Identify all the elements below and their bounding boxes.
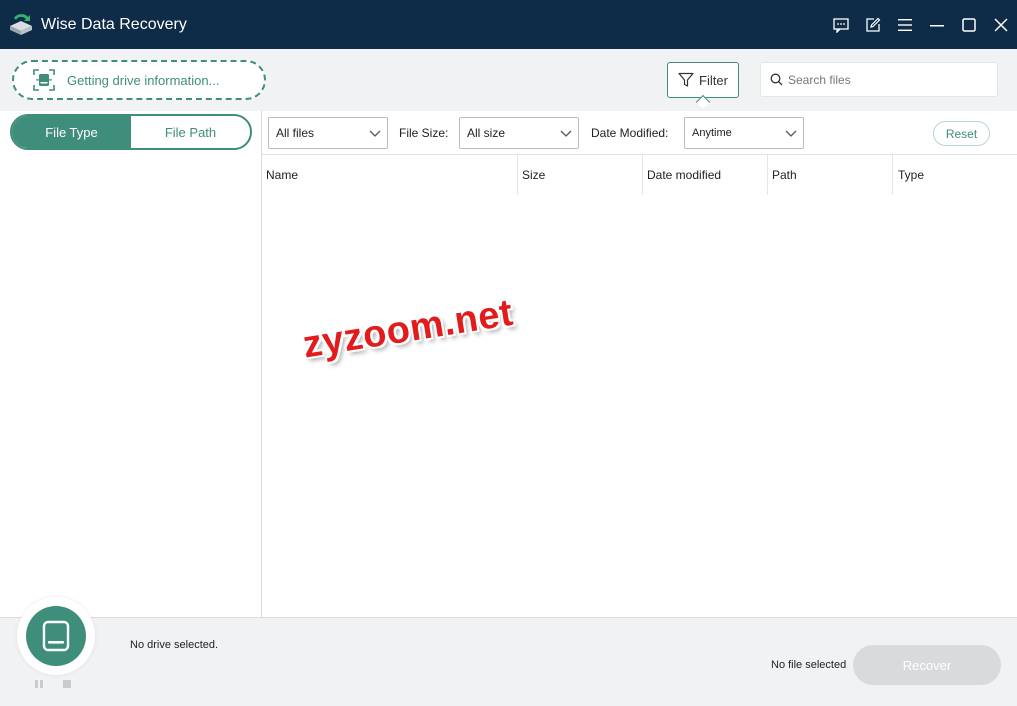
toolbar: Getting drive information... Filter [0, 49, 1017, 111]
search-icon [770, 73, 783, 86]
drive-icon [42, 620, 70, 652]
drive-status-text: Getting drive information... [67, 72, 220, 88]
file-type-select[interactable]: All files [268, 117, 388, 149]
results-panel: All files File Size: All size Date Modif… [262, 111, 1017, 617]
search-box [760, 62, 998, 97]
chevron-down-icon [560, 127, 572, 139]
date-modified-label: Date Modified: [591, 126, 669, 140]
drive-select-button[interactable] [26, 606, 86, 666]
pause-icon[interactable] [33, 678, 45, 690]
filter-row: All files File Size: All size Date Modif… [262, 111, 1017, 155]
chevron-down-icon [785, 127, 797, 139]
menu-icon[interactable] [889, 9, 921, 41]
maximize-icon[interactable] [953, 9, 985, 41]
window-controls [825, 0, 1017, 49]
column-size[interactable]: Size [518, 155, 642, 195]
status-bar: No drive selected. No file selected Reco… [0, 597, 1017, 706]
column-date-modified[interactable]: Date modified [643, 155, 767, 195]
file-type-value: All files [276, 126, 315, 140]
filter-icon [678, 72, 694, 88]
close-icon[interactable] [985, 9, 1017, 41]
file-size-value: All size [467, 126, 506, 140]
table-header: Name Size Date modified Path Type [262, 155, 1017, 195]
tab-file-type[interactable]: File Type [12, 116, 131, 148]
drive-button-ring [17, 597, 95, 675]
left-panel: File Type File Path [0, 111, 262, 617]
reset-button[interactable]: Reset [933, 121, 990, 146]
search-input[interactable] [788, 72, 988, 87]
date-modified-select[interactable]: Anytime [684, 117, 804, 149]
column-path[interactable]: Path [768, 155, 892, 195]
date-modified-value: Anytime [692, 127, 732, 139]
stop-icon[interactable] [61, 678, 73, 690]
drive-status-pill[interactable]: Getting drive information... [12, 60, 266, 100]
tab-file-path[interactable]: File Path [131, 116, 250, 148]
file-size-select[interactable]: All size [459, 117, 579, 149]
file-selection-status: No file selected [771, 659, 847, 671]
view-toggle: File Type File Path [10, 114, 252, 150]
column-name[interactable]: Name [262, 155, 517, 195]
filter-label: Filter [699, 72, 728, 88]
file-size-label: File Size: [399, 126, 449, 140]
recover-button[interactable]: Recover [853, 645, 1001, 685]
drive-scan-icon [32, 68, 56, 92]
title-bar: Wise Data Recovery [0, 0, 1017, 49]
feedback-icon[interactable] [825, 9, 857, 41]
column-divider[interactable] [892, 155, 893, 195]
column-type[interactable]: Type [894, 155, 1017, 195]
app-logo-icon [6, 10, 36, 40]
chevron-down-icon [369, 127, 381, 139]
minimize-icon[interactable] [921, 9, 953, 41]
app-title: Wise Data Recovery [41, 15, 187, 33]
drive-selection-status: No drive selected. [130, 639, 219, 651]
filter-button[interactable]: Filter [667, 62, 739, 98]
edit-icon[interactable] [857, 9, 889, 41]
